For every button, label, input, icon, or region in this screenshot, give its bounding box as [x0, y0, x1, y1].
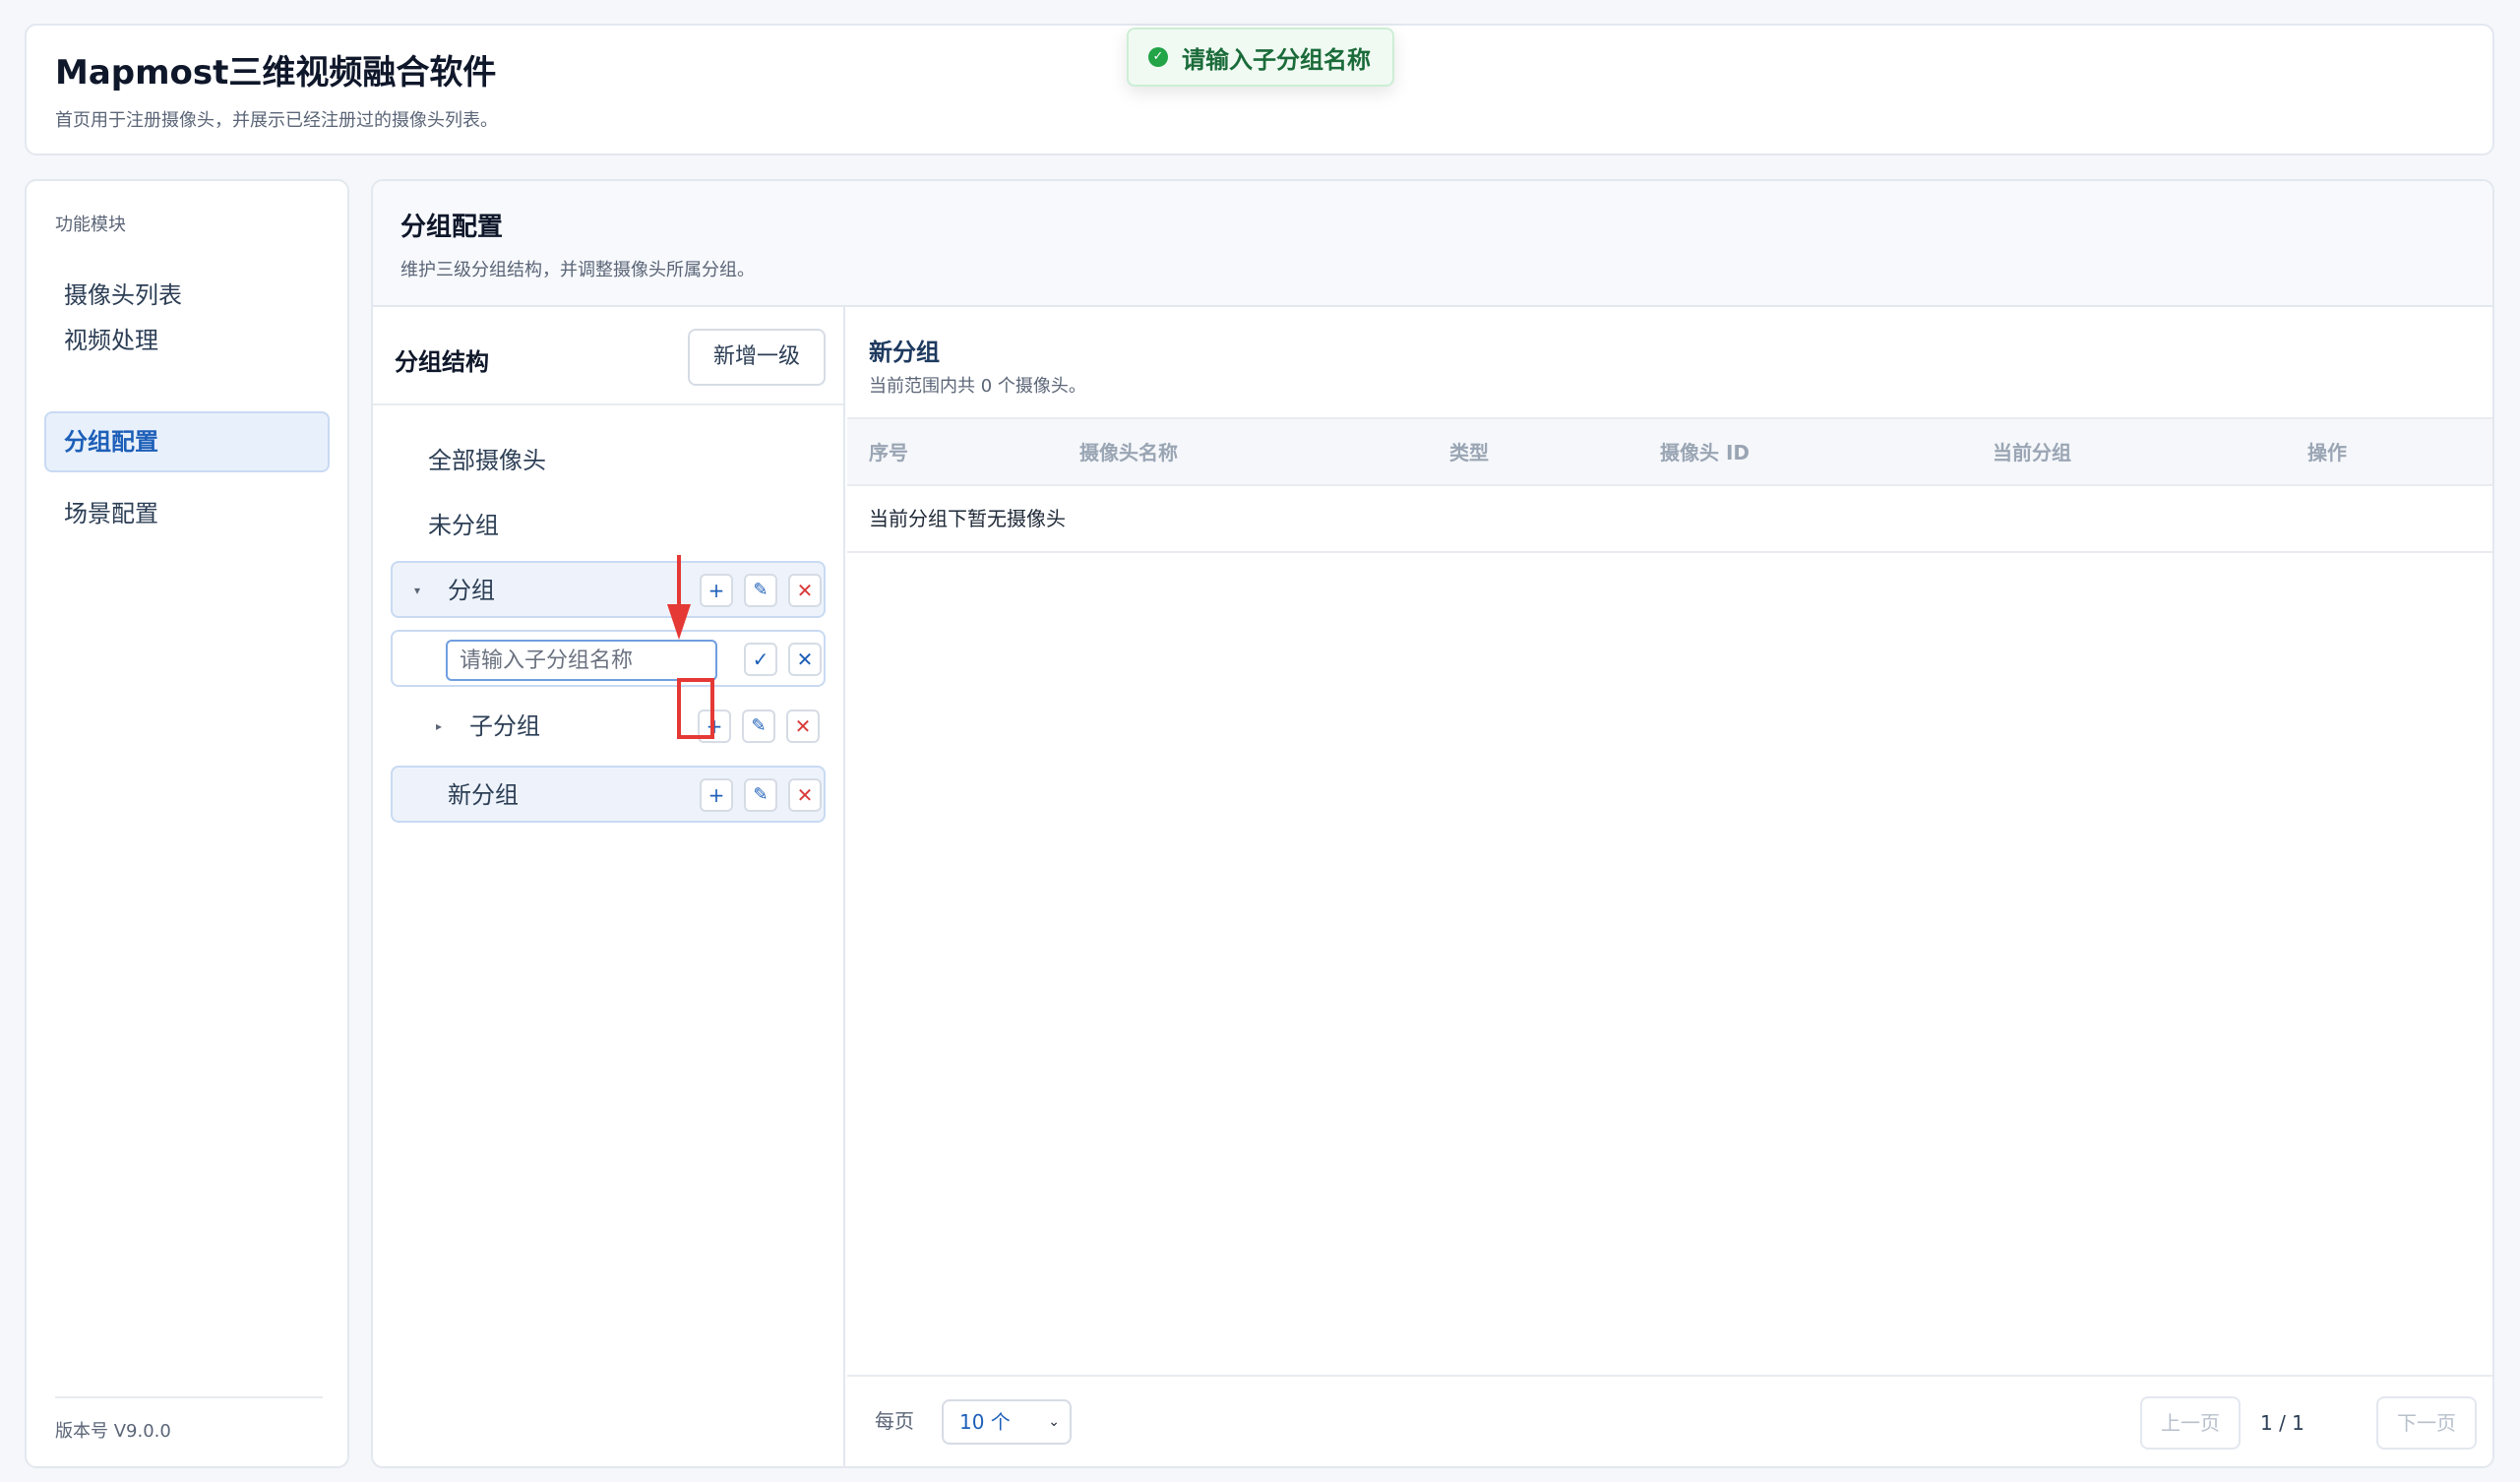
sidebar-divider [55, 1396, 323, 1398]
next-page-button[interactable]: 下一页 [2376, 1396, 2477, 1450]
table-empty-row: 当前分组下暂无摄像头 [847, 486, 2492, 553]
cancel-icon[interactable]: ✕ [788, 643, 822, 676]
page-size-value: 10 个 [959, 1410, 1011, 1434]
add-root-group-button[interactable]: 新增一级 [688, 329, 826, 386]
group-tree-panel: 分组结构 新增一级 全部摄像头 未分组 ▾ 分组 + ✎ ✕ ✓ ✕ ▸ 子分组… [373, 307, 845, 1466]
page-size-select[interactable]: 10 个 ⌄ [942, 1399, 1072, 1445]
confirm-icon[interactable]: ✓ [744, 643, 777, 676]
tree-node-new-group[interactable]: 新分组 + ✎ ✕ [391, 766, 826, 823]
chevron-down-icon: ⌄ [1048, 1414, 1060, 1430]
page-title: 分组配置 [400, 213, 504, 242]
column-header-actions: 操作 [2307, 441, 2347, 464]
edit-icon[interactable]: ✎ [744, 778, 777, 812]
sidebar-item-scene-config[interactable]: 场景配置 [44, 484, 330, 545]
page-indicator: 1 / 1 [2260, 1411, 2305, 1435]
tree-node-label: 子分组 [469, 712, 540, 740]
table-header: 序号 摄像头名称 类型 摄像头 ID 当前分组 操作 [847, 417, 2492, 486]
prev-page-button[interactable]: 上一页 [2140, 1396, 2241, 1450]
app-title: Mapmost三维视频融合软件 [55, 53, 497, 93]
page-subtitle: 维护三级分组结构，并调整摄像头所属分组。 [400, 260, 755, 280]
delete-icon[interactable]: ✕ [788, 778, 822, 812]
annotation-arrow-icon [667, 555, 691, 640]
delete-icon[interactable]: ✕ [788, 574, 822, 607]
annotation-highlight-box [677, 678, 714, 739]
edit-icon[interactable]: ✎ [742, 710, 775, 743]
column-header-camera-id: 摄像头 ID [1660, 441, 1751, 464]
toast-notification: ✓ 请输入子分组名称 [1127, 28, 1394, 87]
tree-node-label: 全部摄像头 [428, 447, 546, 474]
tree-header: 分组结构 新增一级 [373, 307, 843, 405]
column-header-index: 序号 [869, 441, 908, 464]
main-panel: 分组配置 维护三级分组结构，并调整摄像头所属分组。 分组结构 新增一级 全部摄像… [371, 179, 2494, 1468]
tree-node-ungrouped[interactable]: 未分组 [391, 498, 826, 555]
sidebar-item-video-processing[interactable]: 视频处理 [44, 311, 330, 372]
pagination-bar: 每页 10 个 ⌄ 上一页 1 / 1 下一页 [847, 1375, 2492, 1466]
app-subtitle: 首页用于注册摄像头，并展示已经注册过的摄像头列表。 [55, 110, 498, 131]
tree-node-label: 分组 [448, 577, 495, 604]
detail-title: 新分组 [869, 339, 940, 366]
page-size-label: 每页 [875, 1409, 914, 1433]
detail-subtitle: 当前范围内共 0 个摄像头。 [869, 376, 1086, 397]
column-header-camera-name: 摄像头名称 [1079, 441, 1178, 464]
empty-state-text: 当前分组下暂无摄像头 [869, 507, 1066, 530]
tree-title: 分组结构 [395, 348, 489, 376]
add-subgroup-button[interactable]: + [700, 574, 733, 607]
tree-node-label: 新分组 [448, 781, 519, 809]
main-header: 分组配置 维护三级分组结构，并调整摄像头所属分组。 [373, 181, 2492, 307]
caret-down-icon[interactable]: ▾ [414, 563, 420, 618]
tree-subgroup-input-row: ✓ ✕ [391, 630, 826, 687]
add-subgroup-button[interactable]: + [700, 778, 733, 812]
sidebar: 功能模块 摄像头列表 视频处理 分组配置 场景配置 版本号 V9.0.0 [25, 179, 349, 1468]
sidebar-heading: 功能模块 [55, 215, 126, 235]
column-header-current-group: 当前分组 [1993, 441, 2071, 464]
tree-node-subgroup[interactable]: ▸ 子分组 + ✎ ✕ [391, 699, 826, 756]
sidebar-item-group-config[interactable]: 分组配置 [44, 411, 330, 472]
subgroup-name-input[interactable] [446, 640, 717, 681]
group-detail-panel: 新分组 当前范围内共 0 个摄像头。 序号 摄像头名称 类型 摄像头 ID 当前… [847, 307, 2492, 1466]
edit-icon[interactable]: ✎ [744, 574, 777, 607]
tree-node-label: 未分组 [428, 512, 499, 539]
tree-node-group[interactable]: ▾ 分组 + ✎ ✕ [391, 561, 826, 618]
caret-right-icon[interactable]: ▸ [436, 699, 442, 754]
tree-node-all-cameras[interactable]: 全部摄像头 [391, 433, 826, 490]
delete-icon[interactable]: ✕ [786, 710, 820, 743]
toast-message: 请输入子分组名称 [1182, 45, 1371, 74]
version-label: 版本号 V9.0.0 [55, 1421, 171, 1442]
check-circle-icon: ✓ [1148, 47, 1168, 67]
column-header-type: 类型 [1449, 441, 1489, 464]
